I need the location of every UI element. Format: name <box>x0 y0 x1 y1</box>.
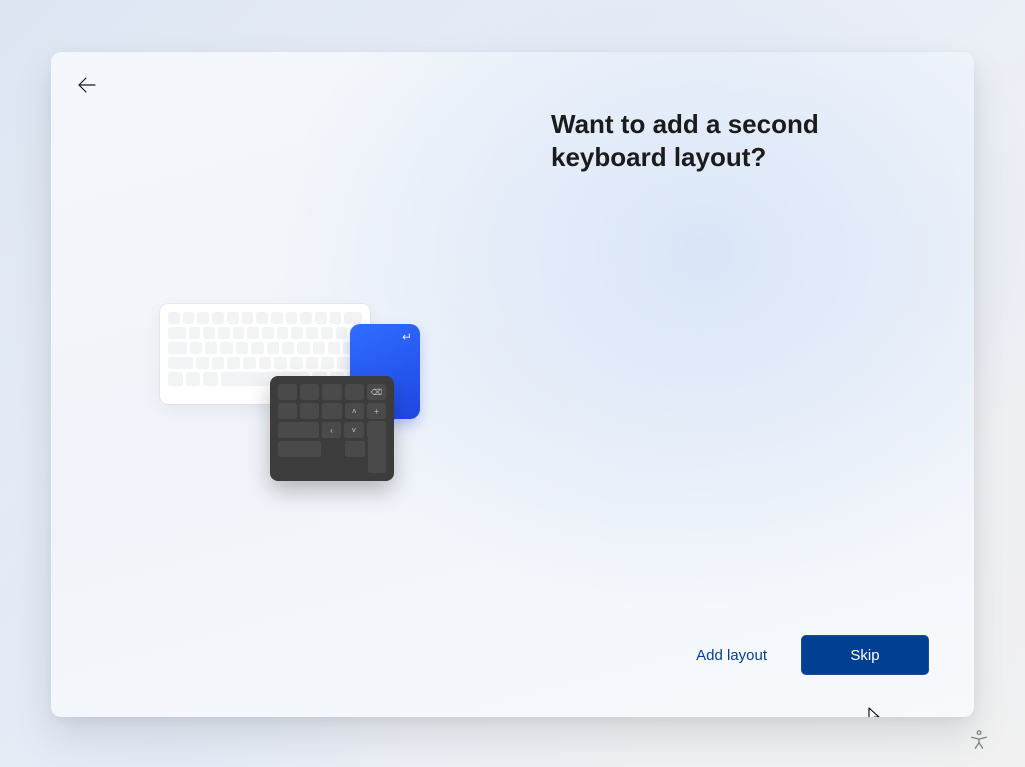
cursor-icon <box>868 707 882 717</box>
oobe-dialog: Want to add a second keyboard layout? ↵ … <box>51 52 974 717</box>
back-button[interactable] <box>67 68 107 104</box>
keyboard-illustration: ↵ ⌫ ˄+ ‹˅› <box>160 304 470 534</box>
accessibility-button[interactable] <box>961 723 997 759</box>
enter-glyph-icon: ↵ <box>402 330 412 344</box>
arrow-left-icon <box>77 77 97 96</box>
add-layout-button[interactable]: Add layout <box>696 647 767 664</box>
dialog-footer: Add layout Skip <box>696 635 929 675</box>
page-title: Want to add a second keyboard layout? <box>551 108 931 173</box>
accessibility-icon <box>968 729 990 754</box>
skip-button[interactable]: Skip <box>801 635 929 675</box>
illustration-keyboard-dark: ⌫ ˄+ ‹˅› <box>270 376 394 481</box>
